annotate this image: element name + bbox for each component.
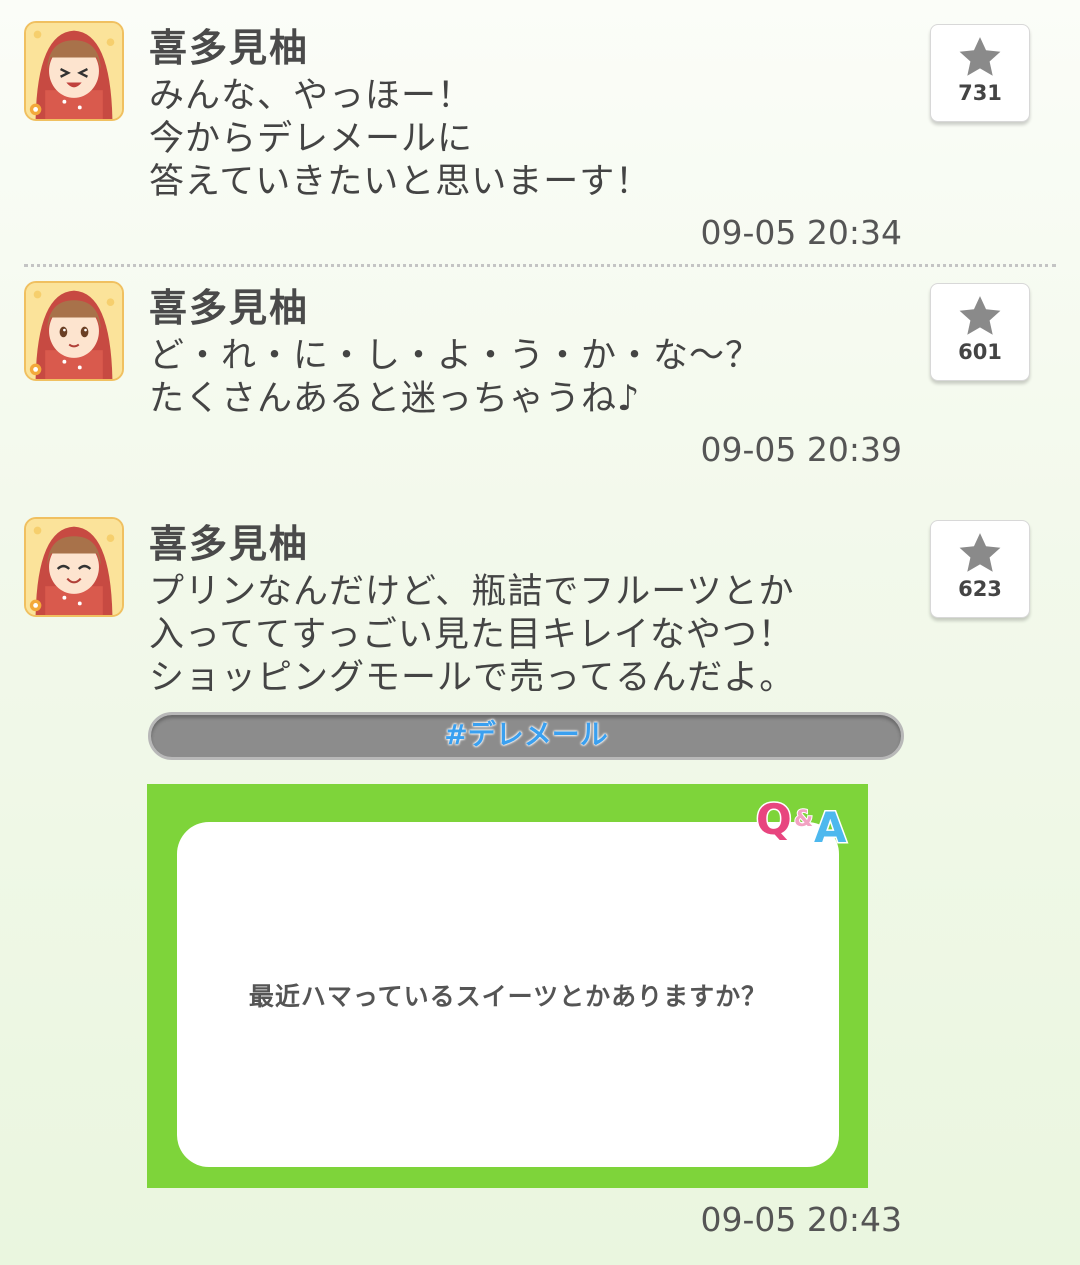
qa-card-panel: 最近ハマっているスイーツとかありますか？ [177,822,839,1167]
star-icon [959,533,1001,572]
like-button[interactable]: 623 [930,520,1030,618]
post-message: ど・れ・に・し・よ・う・か・な～？ たくさんあると迷っちゃうね♪ [149,336,762,419]
post-message: みんな、やっほー！ 今からデレメールに 答えていきたいと思いまーす！ [149,76,652,202]
author-name: 喜多見柚 [149,286,310,330]
post-message: プリンなんだけど、瓶詰でフルーツとか 入っててすっごい見た目キレイなやつ！ ショ… [149,572,796,698]
star-icon [959,296,1001,335]
girl-avatar-laughing-icon [26,23,122,119]
girl-avatar-happy-icon [26,519,122,615]
author-name: 喜多見柚 [149,26,310,70]
avatar-icon[interactable] [24,281,124,381]
post-timestamp: 09-05 20:34 [700,213,902,252]
like-button[interactable]: 731 [930,24,1030,122]
star-icon [959,37,1001,76]
post-timestamp: 09-05 20:43 [700,1200,902,1239]
hashtag-button[interactable]: #デレメール [148,712,904,760]
girl-avatar-smiling-icon [26,283,122,379]
like-button[interactable]: 601 [930,283,1030,381]
qa-badge-icon: Q & A [755,794,849,849]
avatar-icon[interactable] [24,517,124,617]
like-count: 601 [958,340,1002,364]
qa-card-image[interactable]: 最近ハマっているスイーツとかありますか？ Q & A [147,784,868,1188]
post-timestamp: 09-05 20:39 [700,430,902,469]
svg-text:&: & [794,807,813,832]
avatar-icon[interactable] [24,21,124,121]
qa-question: 最近ハマっているスイーツとかありますか？ [248,981,768,1011]
svg-text:Q: Q [756,795,792,844]
post-divider [24,264,1056,267]
svg-text:A: A [814,803,847,848]
author-name: 喜多見柚 [149,522,310,566]
like-count: 623 [958,577,1002,601]
like-count: 731 [958,81,1002,105]
